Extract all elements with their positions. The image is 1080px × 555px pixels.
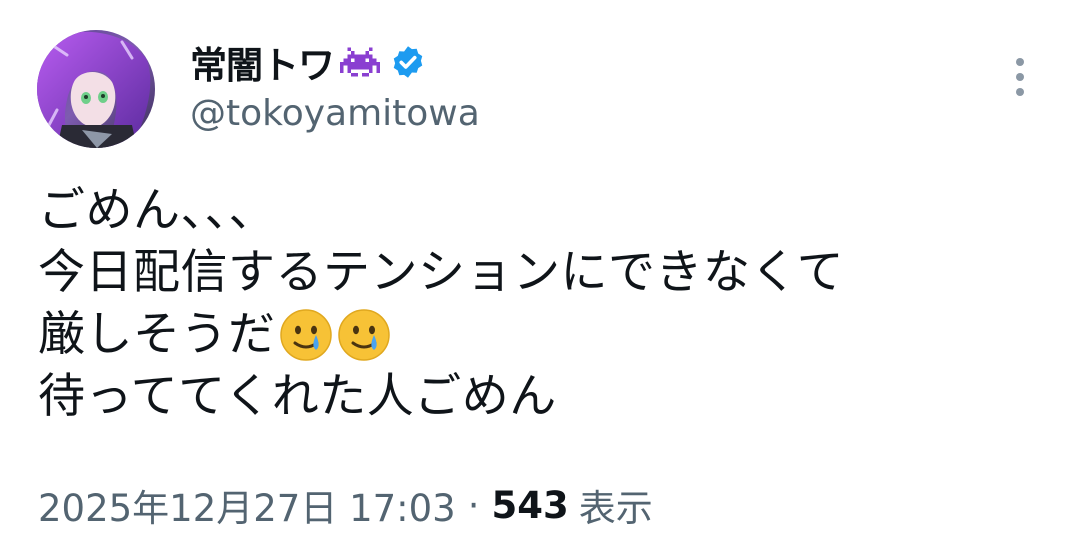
timestamp[interactable]: 2025年12月27日 17:03 [38,478,456,532]
more-dots-vertical-icon[interactable] [1005,55,1035,99]
verified-badge-icon[interactable] [390,44,426,80]
more-dot [1016,88,1024,96]
avatar[interactable] [37,30,155,148]
tweet-line: 今日配信するテンションにできなくて [38,245,845,300]
tweet-text: ごめん、、、 今日配信するテンションにできなくて 厳しそうだ 待っててくれた人ご… [38,180,844,428]
face-holding-back-tears-emoji-icon [336,307,392,363]
views-count[interactable]: 543 [491,484,568,527]
alien-monster-emoji-icon [340,44,380,80]
tweet-line: ごめん、、、 [38,183,276,238]
author-name-row[interactable]: 常闇トワ [190,35,426,89]
tweet-meta: 2025年12月27日 17:03 · 543 表示 [38,478,653,532]
more-dot [1016,73,1024,81]
display-name[interactable]: 常闇トワ [190,35,335,89]
views-label: 表示 [578,487,653,530]
more-dot [1016,58,1024,66]
tweet-line: 待っててくれた人ごめん [38,369,557,424]
tweet-card: 常闇トワ @tokoyamitowa ごめん、、、 今日配信するテンションにでき… [0,0,1080,555]
avatar-image [37,30,155,148]
tweet-line-text: 厳しそうだ [38,307,276,362]
meta-separator: · [467,483,480,527]
tweet-line-with-emoji: 厳しそうだ [38,304,844,366]
author-handle[interactable]: @tokoyamitowa [190,93,480,134]
face-holding-back-tears-emoji-icon [278,307,334,363]
